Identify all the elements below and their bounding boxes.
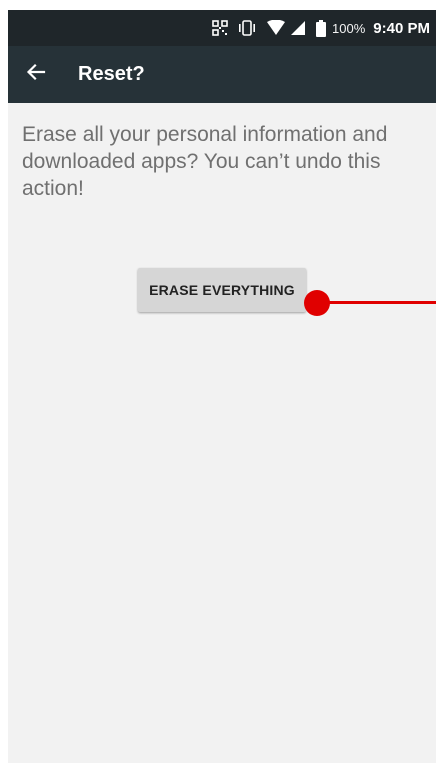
battery-icon xyxy=(316,19,327,37)
battery-percent: 100% xyxy=(332,20,366,36)
page-title: Reset? xyxy=(78,63,145,85)
reset-content: Erase all your personal information and … xyxy=(8,103,436,312)
status-clock: 9:40 PM xyxy=(373,19,430,37)
vibrate-icon xyxy=(238,20,256,36)
erase-everything-button[interactable]: ERASE EVERYTHING xyxy=(138,268,306,312)
tap-indicator-dot xyxy=(304,290,330,316)
arrow-back-icon xyxy=(26,62,46,87)
button-container: ERASE EVERYTHING xyxy=(22,268,422,312)
tap-indicator-line xyxy=(324,301,436,304)
back-button[interactable] xyxy=(8,46,64,103)
status-bar: 100% 9:40 PM xyxy=(8,10,436,46)
phone-screen: 100% 9:40 PM Reset? Erase all your perso… xyxy=(8,10,436,763)
qr-scanner-icon xyxy=(212,20,228,36)
cell-signal-icon xyxy=(290,20,306,36)
reset-warning-message: Erase all your personal information and … xyxy=(22,123,388,200)
wifi-icon xyxy=(266,20,286,36)
app-bar: Reset? xyxy=(8,46,436,103)
